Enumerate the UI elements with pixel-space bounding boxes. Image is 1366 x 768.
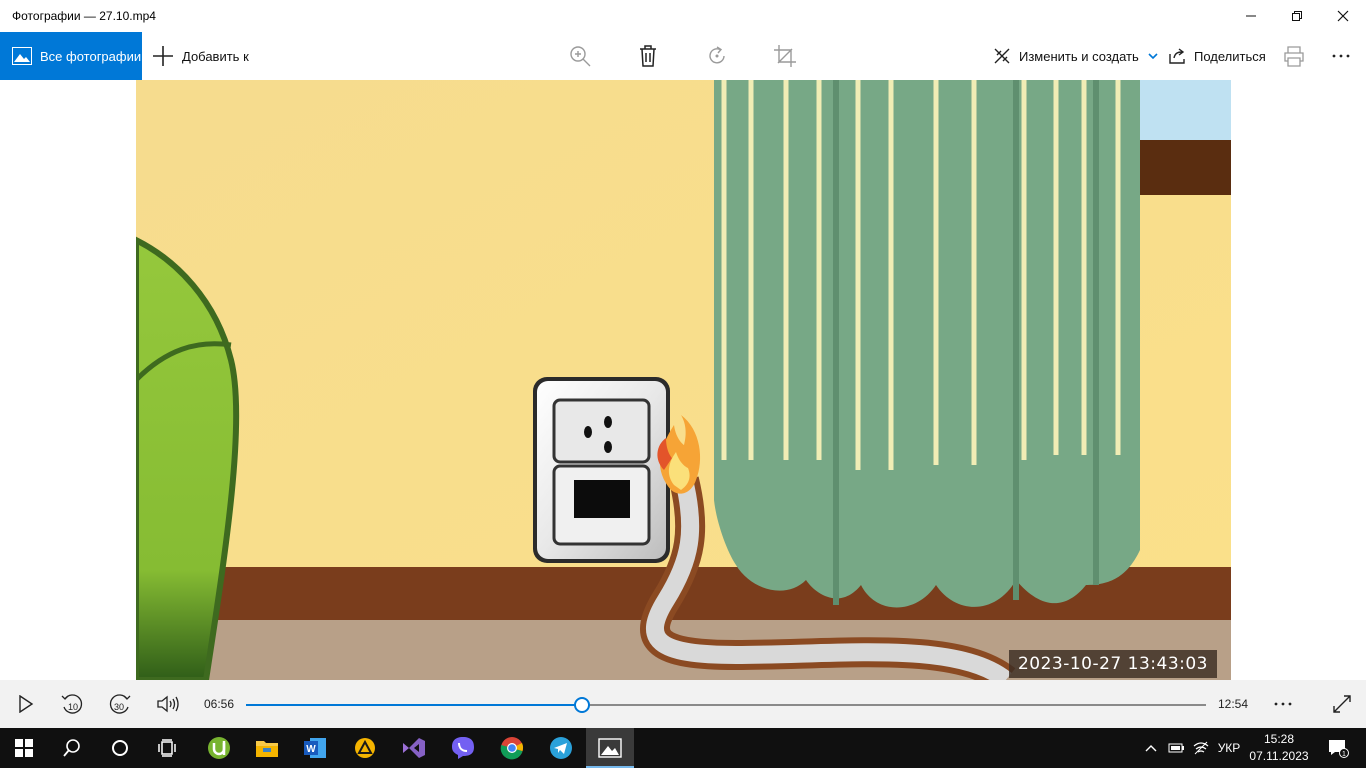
skip-forward-icon: 30 — [109, 694, 131, 714]
restore-icon — [1292, 11, 1302, 21]
add-to-button[interactable]: Добавить к — [152, 32, 249, 80]
seek-progress — [246, 704, 582, 706]
video-timestamp: 2023-10-27 13:43:03 — [1008, 650, 1217, 678]
share-icon — [1169, 48, 1185, 64]
task-view-button[interactable] — [144, 728, 192, 768]
skip-back-icon: 10 — [61, 694, 83, 714]
viber-app[interactable] — [439, 728, 487, 768]
play-icon — [19, 695, 34, 713]
edit-create-button[interactable]: Изменить и создать — [993, 32, 1159, 80]
photos-app[interactable] — [586, 728, 634, 768]
more-button[interactable] — [1331, 32, 1351, 80]
seek-bar[interactable] — [246, 697, 1206, 713]
play-button[interactable] — [6, 680, 46, 728]
search-icon — [63, 739, 80, 757]
notification-count: 1 — [1342, 751, 1346, 758]
photos-app-icon — [598, 738, 622, 758]
fullscreen-button[interactable] — [1322, 680, 1362, 728]
telegram-app[interactable] — [537, 728, 585, 768]
player-controls: 10 30 06:56 12:54 — [0, 680, 1366, 728]
tray-overflow-button[interactable] — [1140, 728, 1162, 768]
telegram-icon — [550, 737, 572, 759]
rotate-button[interactable] — [705, 32, 729, 80]
skip-forward-label: 30 — [114, 702, 124, 712]
windows-icon — [15, 739, 33, 757]
task-view-icon — [158, 739, 176, 757]
chrome-app[interactable] — [488, 728, 536, 768]
visual-studio-icon — [403, 738, 425, 758]
restore-button[interactable] — [1274, 0, 1320, 32]
total-time: 12:54 — [1218, 697, 1249, 711]
clock-date: 07.11.2023 — [1249, 749, 1309, 763]
notifications-button[interactable]: 1 — [1320, 728, 1356, 768]
folder-icon — [256, 741, 278, 757]
chevron-down-icon — [1148, 53, 1158, 60]
more-icon — [1332, 54, 1350, 58]
clock-time: 15:28 — [1263, 732, 1295, 746]
viber-icon — [452, 737, 474, 759]
taskbar: W УКР 15:28 07.11.2023 1 — [0, 728, 1366, 768]
crop-icon — [774, 45, 796, 67]
all-photos-button[interactable]: Все фотографии — [0, 32, 142, 80]
add-to-label: Добавить к — [182, 48, 249, 64]
delete-icon — [640, 45, 656, 67]
edit-create-label: Изменить и создать — [1019, 48, 1139, 64]
utorrent-app[interactable] — [195, 728, 243, 768]
zoom-button[interactable] — [568, 32, 592, 80]
print-button[interactable] — [1283, 32, 1305, 80]
player-more-button[interactable] — [1263, 680, 1303, 728]
battery-button[interactable] — [1164, 728, 1188, 768]
photos-icon — [12, 47, 32, 65]
minimize-icon — [1246, 15, 1256, 17]
rotate-icon — [709, 46, 725, 64]
skip-forward-button[interactable]: 30 — [100, 680, 140, 728]
minimize-button[interactable] — [1228, 0, 1274, 32]
more-icon — [1274, 702, 1292, 706]
close-icon — [1337, 10, 1349, 22]
current-time: 06:56 — [204, 697, 235, 711]
notification-icon: 1 — [1329, 740, 1349, 758]
volume-icon — [157, 695, 179, 713]
zoom-icon — [570, 46, 591, 67]
share-label: Поделиться — [1194, 48, 1266, 64]
all-photos-label: Все фотографии — [40, 48, 142, 64]
video-scene — [136, 80, 1231, 680]
start-button[interactable] — [0, 728, 48, 768]
plus-icon — [153, 46, 173, 66]
cortana-icon — [112, 740, 128, 756]
cortana-button[interactable] — [96, 728, 144, 768]
search-button[interactable] — [48, 728, 96, 768]
network-button[interactable] — [1190, 728, 1212, 768]
app-triangle-icon — [355, 738, 375, 758]
triangle-app[interactable] — [341, 728, 389, 768]
seek-thumb[interactable] — [574, 697, 590, 713]
close-button[interactable] — [1320, 0, 1366, 32]
visual-studio-app[interactable] — [390, 728, 438, 768]
title-bar: Фотографии — 27.10.mp4 — [0, 0, 1366, 32]
skip-back-label: 10 — [68, 702, 78, 712]
clock[interactable]: 15:28 07.11.2023 — [1244, 731, 1314, 765]
print-icon — [1284, 46, 1304, 67]
share-button[interactable]: Поделиться — [1168, 32, 1266, 80]
chrome-icon — [500, 737, 524, 760]
delete-button[interactable] — [636, 32, 660, 80]
word-app[interactable]: W — [291, 728, 339, 768]
wifi-icon — [1193, 741, 1209, 755]
battery-icon — [1168, 743, 1184, 753]
video-frame[interactable]: 2023-10-27 13:43:03 — [136, 80, 1231, 680]
utorrent-icon — [208, 737, 230, 759]
svg-text:W: W — [306, 744, 316, 755]
skip-back-button[interactable]: 10 — [52, 680, 92, 728]
volume-button[interactable] — [148, 680, 188, 728]
crop-button[interactable] — [773, 32, 797, 80]
file-explorer-app[interactable] — [243, 728, 291, 768]
language-indicator[interactable]: УКР — [1214, 728, 1244, 768]
fullscreen-icon — [1333, 695, 1351, 713]
chevron-up-icon — [1145, 745, 1157, 752]
app-toolbar: Все фотографии Добавить к Изменить и соз… — [0, 32, 1366, 80]
window-title: Фотографии — 27.10.mp4 — [12, 9, 156, 23]
word-icon: W — [304, 738, 326, 758]
edit-create-icon — [994, 48, 1010, 64]
